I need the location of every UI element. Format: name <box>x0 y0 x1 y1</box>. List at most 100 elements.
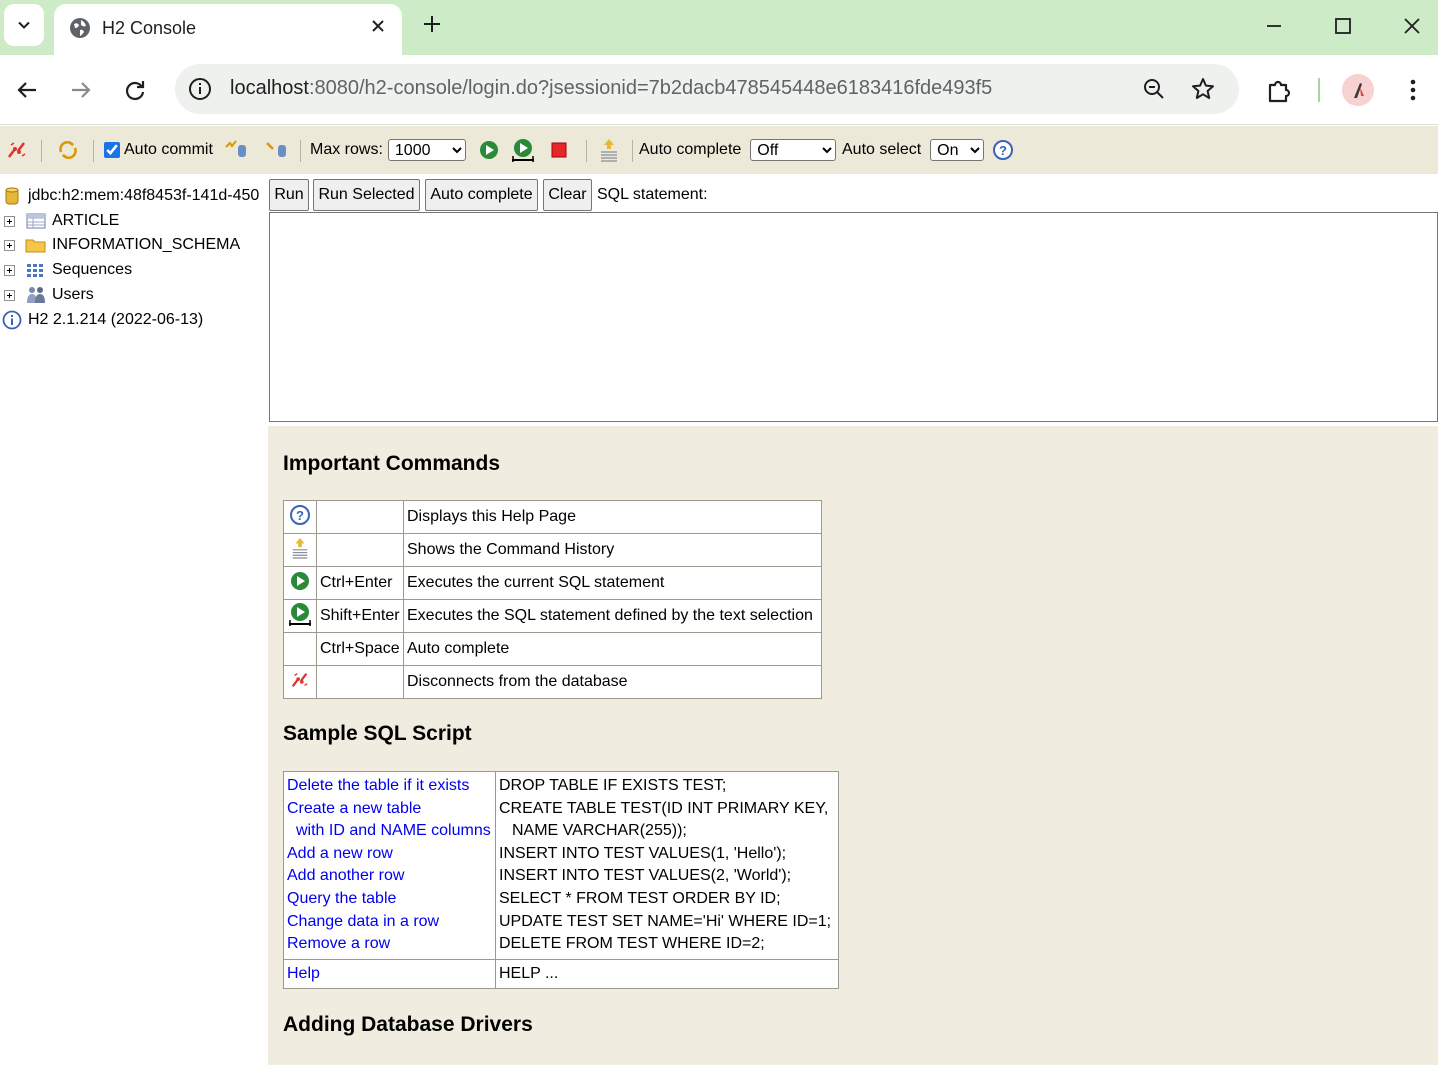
connection-url: jdbc:h2:mem:48f8453f-141d-450 <box>28 187 260 204</box>
browser-tab[interactable]: H2 Console <box>54 4 402 55</box>
help-button[interactable]: ? <box>992 126 1014 174</box>
zoom-icon[interactable] <box>1142 77 1166 101</box>
history-icon <box>292 537 308 559</box>
site-info-icon[interactable] <box>187 76 213 102</box>
clear-button[interactable]: Clear <box>543 179 592 211</box>
auto-commit-toggle[interactable]: Auto commit <box>104 126 213 174</box>
sample-link[interactable]: Add another row <box>287 865 492 888</box>
refresh-button[interactable] <box>56 126 80 174</box>
table-row: Delete the table if it exists Create a n… <box>283 771 839 960</box>
history-icon <box>601 139 617 162</box>
toolbar-separator <box>41 140 42 162</box>
max-rows-control: Max rows: 1000 <box>310 126 466 174</box>
expand-icon[interactable] <box>4 239 15 251</box>
command-desc: Shows the Command History <box>403 533 822 567</box>
sample-sql-line: DROP TABLE IF EXISTS TEST; <box>499 777 727 794</box>
url-text: localhost:8080/h2-console/login.do?jsess… <box>230 77 992 100</box>
auto-commit-label: Auto commit <box>124 141 213 158</box>
sample-link[interactable]: Delete the table if it exists <box>287 775 492 798</box>
refresh-icon <box>59 141 77 159</box>
forward-arrow-icon[interactable] <box>68 77 94 103</box>
tree-node-sequences[interactable]: Sequences <box>4 258 132 282</box>
sample-link[interactable]: Query the table <box>287 888 492 911</box>
tab-search-button[interactable] <box>4 4 44 46</box>
address-bar[interactable]: localhost:8080/h2-console/login.do?jsess… <box>175 64 1239 114</box>
auto-complete-button[interactable]: Auto complete <box>425 179 538 211</box>
stop-button[interactable] <box>549 126 569 174</box>
expand-icon[interactable] <box>4 215 15 227</box>
max-rows-select[interactable]: 1000 <box>387 139 466 161</box>
command-icon-cell <box>283 665 317 699</box>
help-link[interactable]: Help <box>287 963 492 986</box>
sample-sql-table: Delete the table if it exists Create a n… <box>283 771 839 990</box>
run-query-button[interactable]: Run <box>269 179 309 211</box>
version-label: H2 2.1.214 (2022-06-13) <box>28 311 204 328</box>
browser-tabstrip: H2 Console <box>0 0 1438 55</box>
auto-commit-checkbox[interactable] <box>104 142 120 158</box>
reload-icon[interactable] <box>122 77 148 103</box>
auto-select-select[interactable]: On <box>930 139 985 161</box>
table-row: Shows the Command History <box>283 533 822 567</box>
auto-select-control: Auto select On <box>842 126 985 174</box>
commit-icon <box>225 140 246 157</box>
command-icon-cell <box>283 533 317 567</box>
run-selected-icon <box>289 602 311 626</box>
sample-sql-line: UPDATE TEST SET NAME='Hi' WHERE ID=1; <box>499 912 832 930</box>
expand-icon[interactable] <box>4 289 15 301</box>
menu-kebab-icon[interactable] <box>1402 77 1424 103</box>
commit-button[interactable] <box>224 126 250 174</box>
close-icon[interactable] <box>368 16 388 36</box>
toolbar-separator <box>300 140 301 162</box>
sample-sql-line: SELECT * FROM TEST ORDER BY ID; <box>499 889 781 907</box>
history-button[interactable] <box>598 126 620 174</box>
auto-complete-select[interactable]: Off <box>750 139 837 161</box>
connection-node[interactable]: jdbc:h2:mem:48f8453f-141d-450 <box>4 184 264 208</box>
table-row: ? Displays this Help Page <box>283 500 822 534</box>
rollback-button[interactable] <box>264 126 290 174</box>
window-close-icon[interactable] <box>1400 14 1424 38</box>
toolbar-separator <box>632 140 633 162</box>
sample-sql-line: INSERT INTO TEST VALUES(2, 'World'); <box>499 867 792 885</box>
max-rows-label: Max rows: <box>310 141 383 158</box>
info-icon <box>2 310 22 330</box>
tree-node-article[interactable]: ARTICLE <box>4 209 119 233</box>
url-path: :8080/h2-console/login.do?jsessionid=7b2… <box>308 77 993 99</box>
command-key: Shift+Enter <box>316 599 404 633</box>
sample-sql-line: INSERT INTO TEST VALUES(1, 'Hello'); <box>499 844 787 862</box>
disconnect-icon <box>8 142 26 158</box>
help-link-cell: Help <box>283 958 496 990</box>
command-key <box>316 500 404 534</box>
sample-sql-line: CREATE TABLE TEST(ID INT PRIMARY KEY, <box>499 799 829 817</box>
help-sql: HELP ... <box>499 964 559 982</box>
h2-toolbar: Auto commit Max rows: 1000 Auto complete… <box>0 126 1438 174</box>
table-icon <box>26 213 46 229</box>
sample-link[interactable]: Change data in a row <box>287 911 492 934</box>
tree-node-users[interactable]: Users <box>4 283 94 307</box>
sql-editor[interactable] <box>269 212 1438 422</box>
run-selected-query-button[interactable]: Run Selected <box>313 179 420 211</box>
command-desc: Executes the current SQL statement <box>403 566 822 600</box>
table-row: Help HELP ... <box>283 958 839 990</box>
sample-link[interactable]: Create a new table <box>287 798 492 821</box>
run-button[interactable] <box>478 126 500 174</box>
maximize-icon[interactable] <box>1331 14 1355 38</box>
database-icon <box>5 187 19 205</box>
command-desc: Displays this Help Page <box>403 500 822 534</box>
bookmark-star-icon[interactable] <box>1190 76 1216 102</box>
table-row: Ctrl+Space Auto complete <box>283 632 822 666</box>
command-desc: Disconnects from the database <box>403 665 822 699</box>
minimize-icon[interactable] <box>1262 14 1286 38</box>
run-selected-button[interactable] <box>510 126 536 174</box>
expand-icon[interactable] <box>4 264 15 276</box>
back-arrow-icon[interactable] <box>14 77 40 103</box>
disconnect-button[interactable] <box>6 126 28 174</box>
sample-link[interactable]: with ID and NAME columns <box>287 820 492 843</box>
profile-avatar[interactable] <box>1342 74 1374 106</box>
table-row: Shift+Enter Executes the SQL statement d… <box>283 599 822 633</box>
tree-node-information-schema[interactable]: INFORMATION_SCHEMA <box>4 233 240 257</box>
sample-link[interactable]: Remove a row <box>287 933 492 956</box>
new-tab-icon[interactable] <box>420 12 444 36</box>
extensions-icon[interactable] <box>1265 77 1293 105</box>
sample-link[interactable]: Add a new row <box>287 843 492 866</box>
browser-toolbar: localhost:8080/h2-console/login.do?jsess… <box>0 55 1438 125</box>
